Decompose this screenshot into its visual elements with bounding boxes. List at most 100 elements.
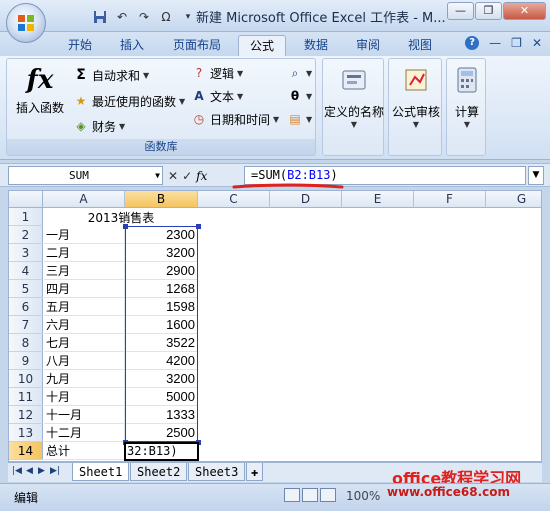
tab-review[interactable]: 审阅 [346,35,390,56]
save-icon[interactable] [90,8,110,26]
value-cell[interactable]: 1600 [125,316,198,334]
column-header-d[interactable]: D [270,191,342,208]
recent-functions-button[interactable]: ★ 最近使用的函数 ▼ [73,91,186,111]
zoom-level[interactable]: 100% [346,489,380,503]
month-cell[interactable]: 七月 [44,334,125,352]
value-cell[interactable]: 2300 [125,226,198,244]
name-box-dropdown-icon[interactable]: ▼ [155,167,160,184]
row-header-13[interactable]: 13 [9,424,43,442]
tab-view[interactable]: 视图 [398,35,442,56]
financial-button[interactable]: ◈ 财务 ▼ [73,116,125,136]
formula-auditing-group[interactable]: 公式审核 ▼ [388,58,442,156]
normal-view-icon[interactable] [284,488,300,502]
value-cell[interactable]: 1598 [125,298,198,316]
autosum-button[interactable]: Σ 自动求和 ▼ [73,65,149,85]
month-cell[interactable]: 十月 [44,388,125,406]
value-cell[interactable]: 1268 [125,280,198,298]
value-cell[interactable]: 2900 [125,262,198,280]
row-header-5[interactable]: 5 [9,280,43,298]
more-functions-button[interactable]: ▤ ▼ [287,109,312,129]
formula-auditing-button[interactable]: 公式审核 ▼ [389,65,443,129]
defined-names-group[interactable]: 定义的名称 ▼ [322,58,384,156]
value-cell[interactable]: 5000 [125,388,198,406]
month-cell[interactable]: 八月 [44,352,125,370]
ribbon-restore-icon[interactable]: ❐ [511,36,522,50]
tab-data[interactable]: 数据 [294,35,338,56]
insert-function-icon[interactable]: fx [196,169,207,183]
row-header-6[interactable]: 6 [9,298,43,316]
datetime-button[interactable]: ◷ 日期和时间 ▼ [191,109,279,129]
enter-icon[interactable]: ✓ [182,169,192,183]
sheet-tab-sheet2[interactable]: Sheet2 [130,463,188,481]
row-header-2[interactable]: 2 [9,226,43,244]
ribbon-close-icon[interactable]: ✕ [532,36,542,50]
month-cell[interactable]: 一月 [44,226,125,244]
tab-insert[interactable]: 插入 [110,35,154,56]
row-header-10[interactable]: 10 [9,370,43,388]
column-header-g[interactable]: G [486,191,541,208]
calculation-group[interactable]: 计算 ▼ [446,58,486,156]
cancel-icon[interactable]: ✕ [168,169,178,183]
month-cell[interactable]: 十一月 [44,406,125,424]
row-header-1[interactable]: 1 [9,208,43,226]
month-cell[interactable]: 九月 [44,370,125,388]
row-header-11[interactable]: 11 [9,388,43,406]
month-cell[interactable]: 五月 [44,298,125,316]
value-cell[interactable]: 4200 [125,352,198,370]
row-header-14[interactable]: 14 [9,442,43,460]
row-header-4[interactable]: 4 [9,262,43,280]
value-cell[interactable]: 3200 [125,370,198,388]
sheet-title-cell[interactable]: 2013销售表 [44,209,198,227]
column-header-a[interactable]: A [43,191,125,208]
month-cell[interactable]: 三月 [44,262,125,280]
minimize-icon[interactable]: — [447,2,474,20]
expand-formula-bar-icon[interactable]: ▼ [528,166,544,185]
restore-icon[interactable]: ❐ [475,2,502,20]
help-icon[interactable]: ? [465,36,480,50]
omega-icon[interactable]: Ω [156,8,176,26]
next-sheet-icon[interactable]: ▶ [38,466,45,476]
text-button[interactable]: A 文本 ▼ [191,86,243,106]
month-cell[interactable]: 六月 [44,316,125,334]
lookup-button[interactable]: ⌕ ▼ [287,63,313,83]
active-cell-editor[interactable]: 32:B13) [124,442,199,461]
tab-formulas[interactable]: 公式 [238,35,286,56]
defined-names-button[interactable]: 定义的名称 ▼ [323,65,385,129]
worksheet-grid[interactable]: ABCDEFG 1 2 3 4 5 6 7 8 9 10 11 12 13 14 2013销售表 一月 23… [8,190,542,462]
sheet-tab-sheet1[interactable]: Sheet1 [72,463,130,481]
tab-page-layout[interactable]: 页面布局 [164,35,230,56]
column-header-f[interactable]: F [414,191,486,208]
column-header-b[interactable]: B [125,191,198,208]
value-cell[interactable]: 3200 [125,244,198,262]
value-cell[interactable]: 1333 [125,406,198,424]
math-button[interactable]: θ ▼ [287,86,312,106]
prev-sheet-icon[interactable]: ◀ [26,466,33,476]
column-header-c[interactable]: C [198,191,270,208]
select-all-corner[interactable] [9,191,43,208]
total-label-cell[interactable]: 总计 [44,442,125,460]
insert-function-button[interactable]: fx 插入函数 [11,65,69,116]
row-header-9[interactable]: 9 [9,352,43,370]
insert-sheet-icon[interactable]: ✚ [246,463,264,481]
month-cell[interactable]: 十二月 [44,424,125,442]
row-header-3[interactable]: 3 [9,244,43,262]
customize-icon[interactable]: ▾ [178,8,198,26]
month-cell[interactable]: 二月 [44,244,125,262]
undo-icon[interactable]: ↶ [112,8,132,26]
page-break-view-icon[interactable] [320,488,336,502]
first-sheet-icon[interactable]: |◀ [12,466,22,476]
close-icon[interactable]: ✕ [503,2,546,20]
name-box[interactable]: SUM ▼ [8,166,163,185]
last-sheet-icon[interactable]: ▶| [50,466,60,476]
row-header-7[interactable]: 7 [9,316,43,334]
logical-button[interactable]: ? 逻辑 ▼ [191,63,243,83]
range-handle-top-left[interactable] [123,224,128,229]
office-button[interactable] [6,3,46,43]
sheet-tab-sheet3[interactable]: Sheet3 [188,463,246,481]
range-handle-top-right[interactable] [196,224,201,229]
row-header-12[interactable]: 12 [9,406,43,424]
tab-home[interactable]: 开始 [58,35,102,56]
ribbon-minimize-icon[interactable]: — [489,36,501,50]
page-layout-view-icon[interactable] [302,488,318,502]
redo-icon[interactable]: ↷ [134,8,154,26]
